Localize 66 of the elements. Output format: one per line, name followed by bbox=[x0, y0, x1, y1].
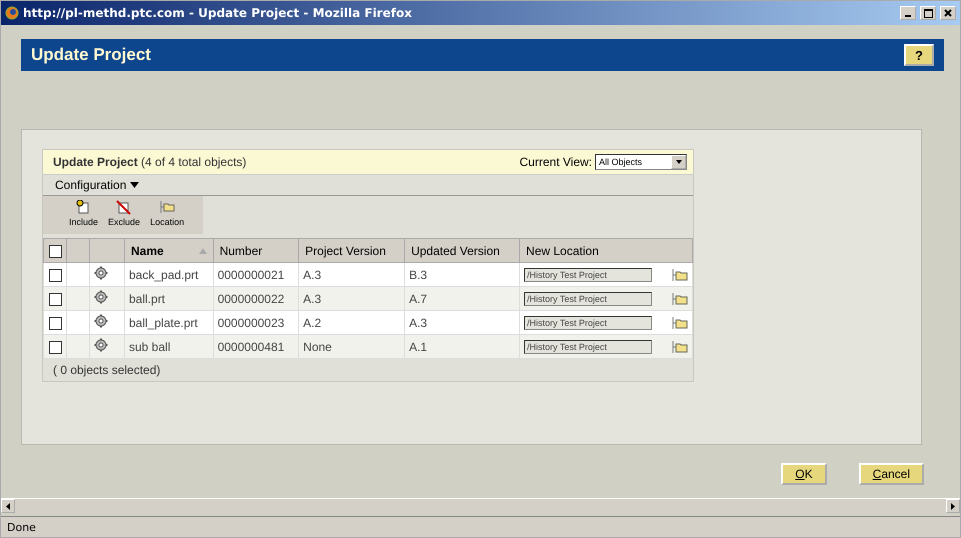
column-header[interactable]: Name bbox=[124, 238, 214, 262]
view-label: Current View: bbox=[520, 155, 592, 169]
table-cell: 0000000022 bbox=[213, 286, 299, 310]
location-field[interactable]: /History Test Project bbox=[524, 292, 652, 306]
exclude-tool-button[interactable]: Exclude bbox=[108, 200, 140, 230]
minimize-button[interactable] bbox=[900, 6, 916, 20]
help-button[interactable]: ? bbox=[904, 44, 934, 66]
folder-icon bbox=[159, 200, 176, 215]
row-checkbox[interactable] bbox=[48, 292, 62, 306]
gear-icon bbox=[94, 314, 108, 328]
table-cell: A.1 bbox=[404, 334, 520, 358]
column-header[interactable]: Updated Version bbox=[404, 238, 520, 262]
gear-icon bbox=[94, 338, 108, 352]
cancel-button[interactable]: Cancel bbox=[858, 463, 924, 485]
table-cell: A.3 bbox=[298, 262, 405, 286]
page-title: Update Project bbox=[31, 45, 151, 65]
location-field[interactable]: /History Test Project bbox=[524, 268, 652, 282]
scroll-left-icon bbox=[6, 502, 10, 510]
scroll-right-icon bbox=[951, 502, 955, 510]
column-header[interactable]: Number bbox=[213, 238, 299, 262]
location-tool-button[interactable]: Location bbox=[150, 200, 184, 230]
window-title: http://pl-methd.ptc.com - Update Project - Mozilla Firefox bbox=[23, 6, 413, 20]
table-cell: 0000000021 bbox=[213, 262, 299, 286]
include-tool-button[interactable]: Include bbox=[69, 200, 98, 230]
maximize-icon bbox=[924, 8, 932, 18]
close-button[interactable] bbox=[940, 6, 956, 20]
view-dropdown[interactable]: All Objects bbox=[595, 154, 687, 170]
maximize-button[interactable] bbox=[920, 6, 936, 20]
row-checkbox[interactable] bbox=[48, 340, 62, 354]
table-cell: sub ball bbox=[124, 334, 214, 358]
table-cell: None bbox=[298, 334, 405, 358]
table-cell: 0000000023 bbox=[213, 310, 299, 334]
column-header[interactable]: Project Version bbox=[298, 238, 405, 262]
close-icon bbox=[944, 9, 952, 17]
gear-icon bbox=[94, 266, 108, 280]
sort-icon bbox=[198, 248, 207, 254]
location-field[interactable]: /History Test Project bbox=[524, 316, 652, 330]
column-header[interactable]: New Location bbox=[520, 238, 692, 262]
table-cell: back_pad.prt bbox=[124, 262, 214, 286]
table-cell: ball_plate.prt bbox=[124, 310, 214, 334]
horizontal-scrollbar[interactable] bbox=[1, 498, 960, 513]
dropdown-arrow-icon bbox=[676, 160, 682, 164]
table-cell: A.7 bbox=[404, 286, 520, 310]
ok-button[interactable]: OK bbox=[781, 463, 827, 485]
configuration-menu[interactable]: Configuration bbox=[55, 178, 126, 192]
table-cell: ball.prt bbox=[124, 286, 214, 310]
caret-icon bbox=[130, 182, 140, 188]
gear-icon bbox=[94, 290, 108, 304]
status-text: Done bbox=[7, 520, 36, 534]
select-all-checkbox[interactable] bbox=[48, 244, 62, 258]
folder-icon[interactable] bbox=[672, 268, 688, 282]
row-checkbox[interactable] bbox=[48, 268, 62, 282]
table-cell: A.2 bbox=[298, 310, 405, 334]
location-field[interactable]: /History Test Project bbox=[524, 340, 652, 354]
globe-icon bbox=[5, 6, 19, 20]
folder-icon[interactable] bbox=[672, 316, 688, 330]
crossed-page-icon bbox=[116, 200, 132, 215]
table-cell: B.3 bbox=[404, 262, 520, 286]
table-title: Update Project (4 of 4 total objects) bbox=[53, 155, 246, 169]
folder-icon[interactable] bbox=[672, 292, 688, 306]
selection-count: ( 0 objects selected) bbox=[52, 362, 162, 379]
row-checkbox[interactable] bbox=[48, 316, 62, 330]
table-cell: A.3 bbox=[404, 310, 520, 334]
table-cell: A.3 bbox=[298, 286, 405, 310]
table-cell: 0000000481 bbox=[213, 334, 299, 358]
folder-icon[interactable] bbox=[672, 340, 688, 354]
